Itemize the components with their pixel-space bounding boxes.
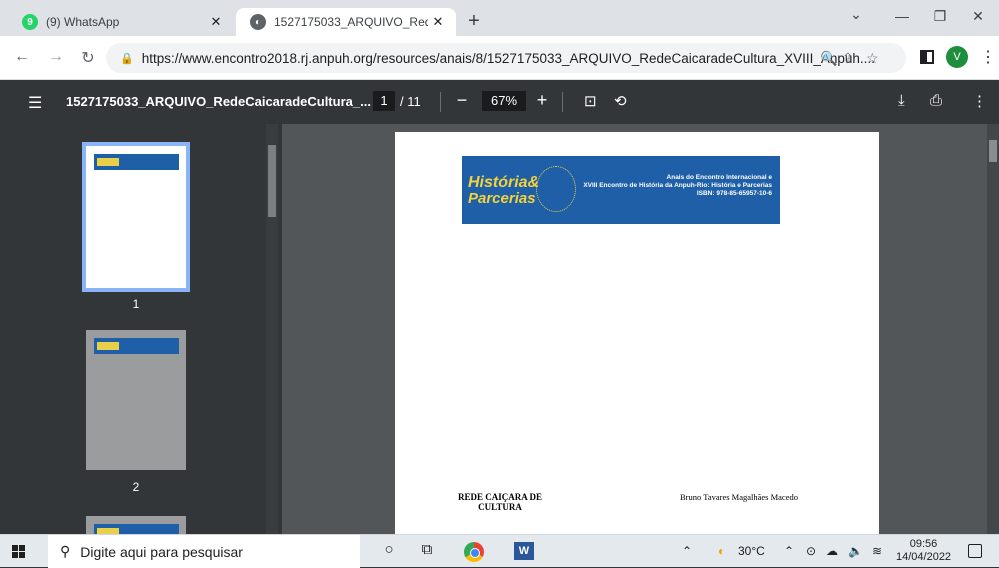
share-icon[interactable]: ⇪	[842, 50, 854, 67]
browser-menu-icon[interactable]: ⋮	[980, 47, 996, 67]
thumbnail-sidebar: 1 2	[0, 124, 282, 534]
url-text: https://www.encontro2018.rj.anpuh.org/re…	[141, 50, 875, 66]
pdf-page-1: História& Parcerias Anais do Encontro In…	[395, 132, 879, 534]
tab-title: 1527175033_ARQUIVO_RedeCaic	[274, 15, 428, 29]
show-hidden-icons[interactable]: ⌃	[682, 544, 692, 558]
thumbnail-page-2[interactable]	[86, 330, 186, 470]
forward-button[interactable]: →	[46, 48, 66, 66]
document-title: REDE CAIÇARA DE CULTURA	[457, 492, 542, 512]
clock-time: 09:56	[909, 538, 938, 550]
taskbar-clock[interactable]: 09:56 14/04/2022	[896, 538, 951, 564]
thumbnail-scrollbar-thumb[interactable]	[268, 145, 276, 217]
word-icon[interactable]: W	[514, 542, 534, 560]
lock-icon: 🔒	[120, 52, 134, 65]
thumbnail-banner	[94, 524, 179, 534]
globe-icon: ◐	[250, 14, 266, 30]
download-icon[interactable]: ⤓	[898, 92, 905, 109]
close-tab-icon[interactable]: ✕	[428, 14, 448, 30]
taskbar-search-box[interactable]: ⚲ Digite aqui para pesquisar	[48, 535, 360, 568]
onedrive-icon[interactable]: ☁	[826, 544, 838, 558]
wifi-icon[interactable]: ≋	[872, 544, 882, 558]
document-author: Bruno Tavares Magalhães Macedo	[680, 492, 798, 502]
task-view-icon[interactable]: ⧉	[416, 541, 438, 558]
clock-date: 14/04/2022	[896, 551, 952, 563]
page-number-input[interactable]: 1	[373, 91, 395, 111]
banner-title-parcerias: Parcerias	[468, 190, 536, 207]
windows-start-icon[interactable]	[12, 545, 26, 559]
tab-pdf[interactable]: ◐ 1527175033_ARQUIVO_RedeCaic ✕	[236, 8, 456, 36]
minimize-button[interactable]: —	[882, 8, 922, 24]
close-tab-icon[interactable]: ✕	[206, 14, 226, 30]
search-placeholder: Digite aqui para pesquisar	[80, 543, 243, 560]
browser-toolbar: ← → ↻ 🔒 https://www.encontro2018.rj.anpu…	[0, 36, 999, 80]
pdf-toolbar: ☰ 1527175033_ARQUIVO_RedeCaicaradeCultur…	[0, 80, 999, 124]
temperature[interactable]: 30°C	[738, 544, 765, 558]
chrome-icon[interactable]	[464, 542, 484, 562]
profile-avatar[interactable]: V	[946, 46, 968, 68]
banner-text: Anais do Encontro Internacional e XVIII …	[583, 174, 772, 197]
search-icon: ⚲	[60, 543, 71, 559]
document-scrollbar[interactable]	[987, 124, 999, 534]
thumbnail-label: 2	[132, 480, 140, 494]
divider	[562, 92, 563, 112]
close-window-button[interactable]: ✕	[958, 8, 998, 25]
notification-icon[interactable]	[968, 544, 982, 558]
tab-title: (9) WhatsApp	[46, 15, 120, 29]
document-viewport[interactable]: História& Parcerias Anais do Encontro In…	[282, 124, 999, 534]
zoom-level-input[interactable]: 67%	[482, 91, 526, 111]
conference-banner: História& Parcerias Anais do Encontro In…	[462, 156, 780, 224]
thumbnail-page-1[interactable]	[82, 142, 190, 292]
zoom-out-button[interactable]: −	[452, 90, 472, 111]
volume-icon[interactable]: 🔈	[848, 544, 863, 558]
zoom-icon[interactable]: 🔍	[820, 50, 837, 67]
new-tab-button[interactable]: +	[462, 10, 486, 32]
tab-whatsapp[interactable]: 9 (9) WhatsApp ✕	[8, 8, 234, 36]
maximize-button[interactable]: ❐	[920, 8, 960, 25]
page-total: / 11	[400, 94, 421, 109]
side-panel-icon[interactable]	[920, 50, 934, 64]
pdf-filename: 1527175033_ARQUIVO_RedeCaicaradeCultura_…	[66, 94, 371, 109]
tab-search-icon[interactable]: ⌄	[836, 6, 876, 23]
thumbnail-banner	[94, 338, 179, 354]
windows-taskbar: ⚲ Digite aqui para pesquisar ○ ⧉ W ⌃ ◐ 3…	[0, 534, 999, 568]
cortana-icon[interactable]: ○	[378, 541, 400, 558]
divider	[440, 92, 441, 112]
fit-page-icon[interactable]: ⊡	[584, 92, 597, 110]
document-scrollbar-thumb[interactable]	[989, 140, 997, 162]
bookmark-star-icon[interactable]: ☆	[866, 50, 879, 67]
reload-button[interactable]: ↻	[78, 48, 98, 68]
tray-chevron-icon[interactable]: ⌃	[784, 544, 794, 558]
pdf-more-icon[interactable]: ⋮	[972, 92, 987, 110]
weather-icon[interactable]: ◐	[718, 544, 725, 558]
print-icon[interactable]: ⎙	[930, 92, 942, 109]
rotate-icon[interactable]: ⟲	[614, 92, 627, 110]
thumbnail-page-3[interactable]	[86, 516, 186, 534]
back-button[interactable]: ←	[12, 48, 32, 66]
address-bar[interactable]: 🔒 https://www.encontro2018.rj.anpuh.org/…	[106, 43, 906, 73]
tab-strip: 9 (9) WhatsApp ✕ ◐ 1527175033_ARQUIVO_Re…	[0, 0, 999, 36]
menu-icon[interactable]: ☰	[28, 93, 42, 113]
whatsapp-icon: 9	[22, 14, 38, 30]
zoom-in-button[interactable]: +	[532, 90, 552, 111]
meet-now-icon[interactable]: ⊙	[806, 544, 816, 558]
thumbnail-banner	[94, 154, 179, 170]
thumbnail-label: 1	[132, 297, 140, 311]
